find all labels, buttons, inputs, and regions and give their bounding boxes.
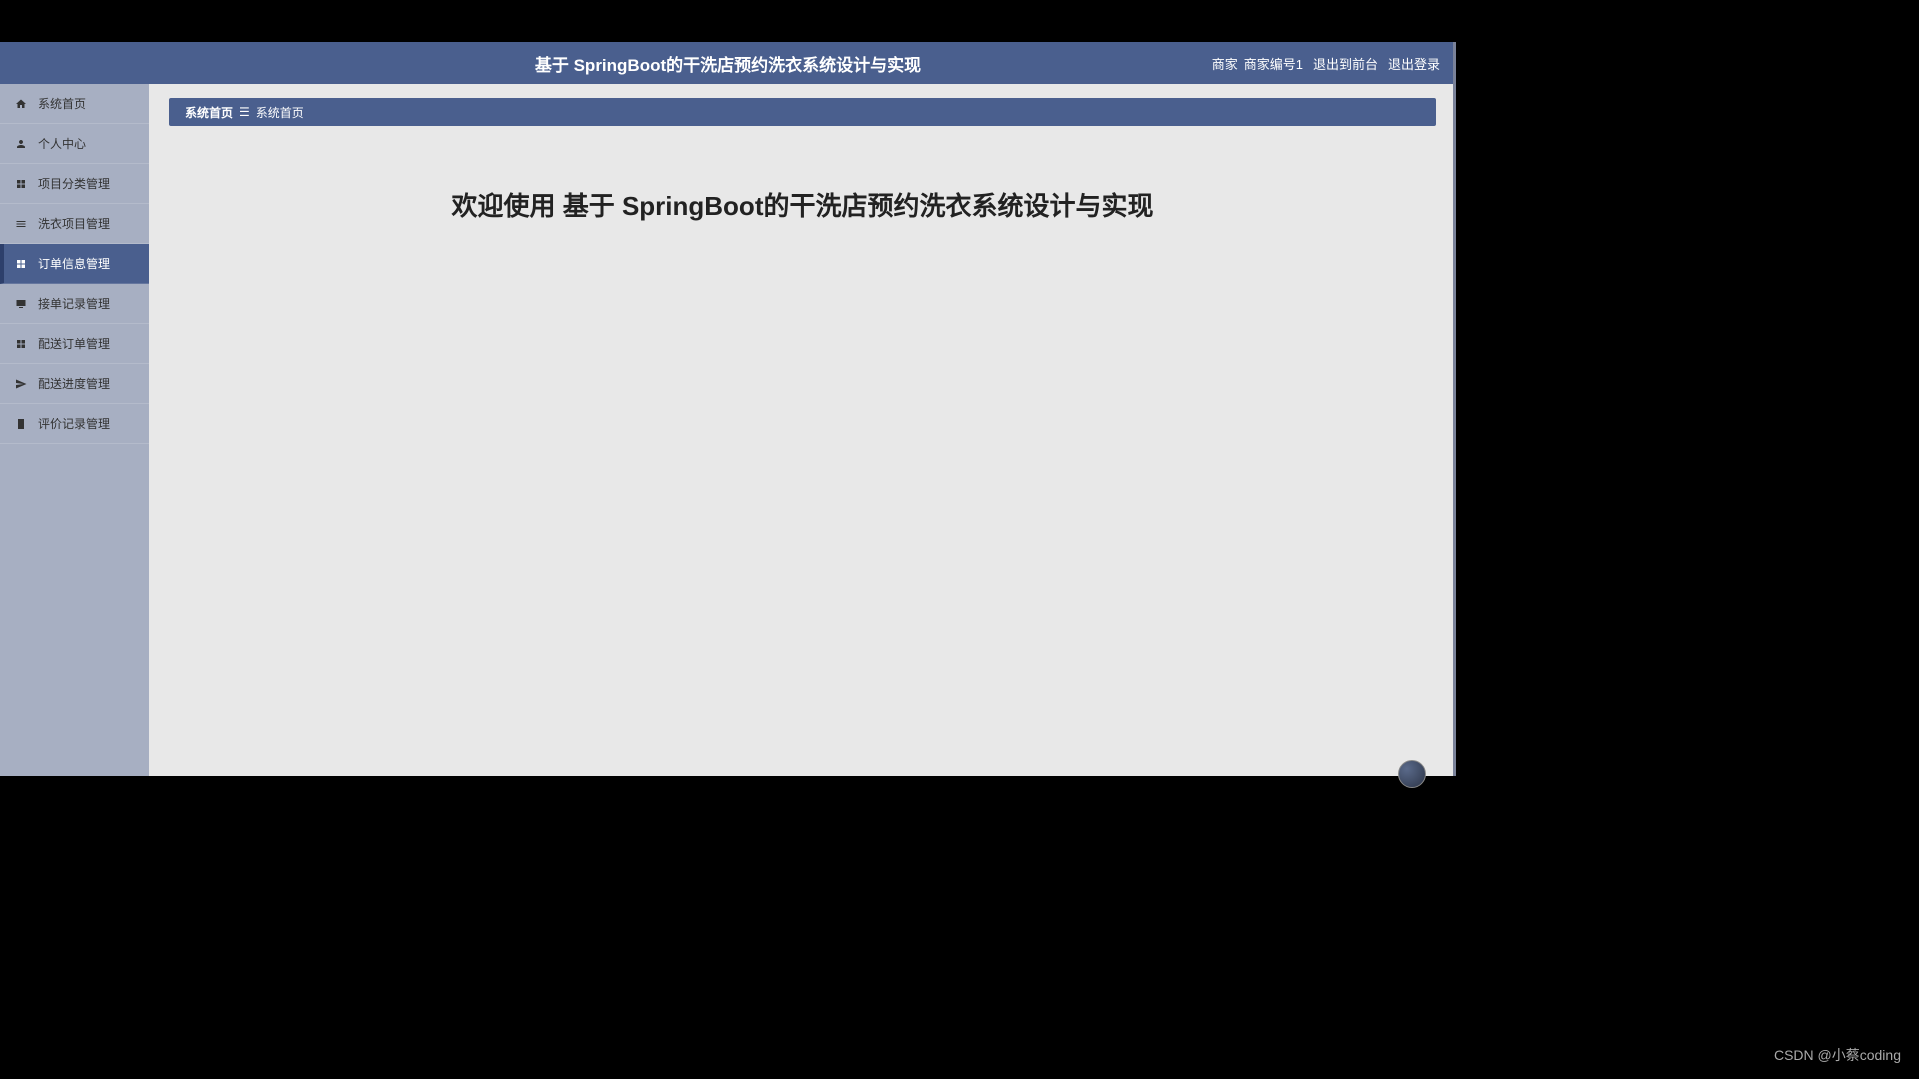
sidebar-item-orders[interactable]: 订单信息管理 [0, 244, 149, 284]
sidebar-item-accept[interactable]: 接单记录管理 [0, 284, 149, 324]
sidebar-item-home[interactable]: 系统首页 [0, 84, 149, 124]
sidebar-item-label: 个人中心 [38, 135, 86, 152]
avatar[interactable] [1398, 760, 1426, 788]
header: 基于 SpringBoot的干洗店预约洗衣系统设计与实现 商家 商家编号1 退出… [0, 42, 1456, 84]
breadcrumb-root[interactable]: 系统首页 [185, 104, 233, 121]
watermark: CSDN @小蔡coding [1774, 1045, 1901, 1065]
sidebar-item-laundry[interactable]: 洗衣项目管理 [0, 204, 149, 244]
logout-link[interactable]: 退出登录 [1388, 54, 1440, 73]
grid-icon [14, 257, 28, 271]
sidebar-item-profile[interactable]: 个人中心 [0, 124, 149, 164]
monitor-icon [14, 297, 28, 311]
sidebar-item-delivery[interactable]: 配送订单管理 [0, 324, 149, 364]
user-role[interactable]: 商家 [1212, 54, 1238, 73]
main-content: 系统首页 ☰ 系统首页 欢迎使用 基于 SpringBoot的干洗店预约洗衣系统… [149, 84, 1456, 776]
sidebar-item-label: 洗衣项目管理 [38, 215, 110, 232]
header-actions: 商家 商家编号1 退出到前台 退出登录 [1212, 54, 1440, 73]
send-icon [14, 377, 28, 391]
breadcrumb-current: 系统首页 [256, 104, 304, 121]
sidebar-item-label: 配送进度管理 [38, 375, 110, 392]
breadcrumb: 系统首页 ☰ 系统首页 [169, 98, 1436, 126]
home-icon [14, 97, 28, 111]
page-title: 基于 SpringBoot的干洗店预约洗衣系统设计与实现 [535, 51, 921, 76]
user-icon [14, 137, 28, 151]
grid-icon [14, 177, 28, 191]
welcome-heading: 欢迎使用 基于 SpringBoot的干洗店预约洗衣系统设计与实现 [169, 186, 1436, 223]
clipboard-icon [14, 417, 28, 431]
sidebar-item-label: 评价记录管理 [38, 415, 110, 432]
sidebar-item-progress[interactable]: 配送进度管理 [0, 364, 149, 404]
sidebar-scrollbar[interactable] [1453, 42, 1456, 776]
sidebar-item-label: 订单信息管理 [38, 255, 110, 272]
grid-icon [14, 337, 28, 351]
sidebar-item-review[interactable]: 评价记录管理 [0, 404, 149, 444]
sidebar-item-label: 系统首页 [38, 95, 86, 112]
sidebar-item-label: 配送订单管理 [38, 335, 110, 352]
sidebar-item-category[interactable]: 项目分类管理 [0, 164, 149, 204]
exit-front-link[interactable]: 退出到前台 [1313, 54, 1378, 73]
user-name[interactable]: 商家编号1 [1244, 54, 1303, 73]
sidebar-item-label: 接单记录管理 [38, 295, 110, 312]
sidebar: 系统首页 个人中心 项目分类管理 洗衣项目管理 [0, 84, 149, 776]
list-icon [14, 217, 28, 231]
sidebar-item-label: 项目分类管理 [38, 175, 110, 192]
breadcrumb-separator: ☰ [239, 105, 250, 119]
